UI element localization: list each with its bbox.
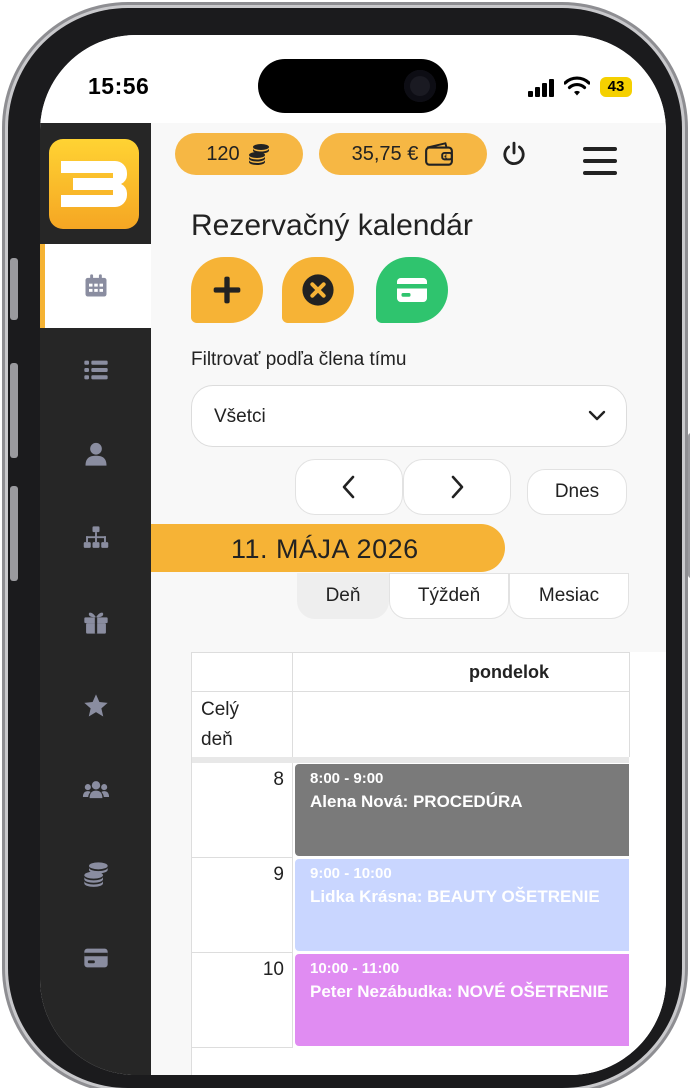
cancel-reservation-button[interactable]: [282, 257, 354, 323]
add-reservation-button[interactable]: [191, 257, 263, 323]
battery-indicator: 43: [600, 77, 632, 97]
calendar-event[interactable]: 10:00 - 11:00 Peter Nezábudka: NOVÉ OŠET…: [295, 954, 629, 1046]
sidebar-item-payments[interactable]: [40, 916, 151, 1000]
logo-mark: [61, 161, 127, 207]
screen: 15:56 43 120 35,75 € € Rezervačný kalend…: [40, 35, 666, 1075]
star-icon: [83, 694, 108, 717]
previous-date-button[interactable]: [295, 459, 403, 515]
calendar-icon: [85, 274, 106, 297]
event-title: Lidka Krásna: BEAUTY OŠETRENIE: [310, 887, 600, 906]
tab-week[interactable]: Týždeň: [389, 573, 509, 619]
sidebar-item-team[interactable]: [40, 748, 151, 832]
today-button[interactable]: Dnes: [527, 469, 627, 515]
coins-icon: [83, 862, 108, 887]
calendar-event[interactable]: 8:00 - 9:00 Alena Nová: PROCEDÚRA: [295, 764, 629, 856]
users-icon: [82, 781, 109, 799]
credit-card-icon: [83, 948, 108, 968]
credits-pill[interactable]: 120: [175, 133, 303, 175]
event-title: Peter Nezábudka: NOVÉ OŠETRENIE: [310, 982, 609, 1001]
status-bar: 15:56 43: [40, 35, 666, 123]
sitemap-icon: [83, 526, 108, 548]
payment-button[interactable]: [376, 257, 448, 323]
phone-frame: 15:56 43 120 35,75 € € Rezervačný kalend…: [8, 8, 690, 1088]
wallet-icon: €: [425, 142, 454, 166]
power-icon[interactable]: [501, 141, 527, 167]
credit-card-icon: [397, 278, 427, 302]
user-icon: [85, 442, 106, 466]
calendar-grid: pondelok Celý deň 8 9 10 8:00 - 9:00 Ale…: [191, 652, 666, 1075]
wifi-icon: [564, 76, 590, 96]
hamburger-menu-button[interactable]: [583, 147, 617, 175]
volume-up-button: [10, 363, 18, 458]
tab-month[interactable]: Mesiac: [509, 573, 629, 619]
current-date: 11. MÁJA 2026: [231, 534, 419, 564]
credits-value: 120: [206, 142, 240, 165]
all-day-label: Celý deň: [192, 691, 293, 757]
hour-label: 8: [192, 763, 293, 858]
next-date-button[interactable]: [403, 459, 511, 515]
chevron-left-icon: [342, 475, 355, 499]
tab-day[interactable]: Deň: [297, 573, 389, 619]
main-content: 120 35,75 € € Rezervačný kalendár Filtro…: [151, 123, 666, 1075]
gift-icon: [83, 612, 108, 634]
cellular-signal-icon: [528, 79, 556, 97]
close-circle-icon: [302, 274, 334, 306]
sidebar-item-gifts[interactable]: [40, 580, 151, 664]
all-day-slot[interactable]: [293, 691, 630, 757]
team-member-select[interactable]: Všetci: [191, 385, 627, 447]
hour-label: 9: [192, 858, 293, 953]
team-member-select-value: Všetci: [214, 406, 266, 427]
hour-label: 10: [192, 953, 293, 1048]
coins-icon: [248, 144, 269, 165]
sidebar: [40, 123, 151, 1075]
wallet-value: 35,75 €: [351, 142, 419, 165]
event-time: 9:00 - 10:00: [310, 865, 392, 882]
sidebar-item-structure[interactable]: [40, 496, 151, 580]
day-name: pondelok: [469, 662, 549, 682]
event-title: Alena Nová: PROCEDÚRA: [310, 792, 523, 811]
chevron-down-icon: [588, 410, 606, 421]
svg-text:€: €: [445, 154, 448, 160]
calendar-header-gutter: [192, 652, 293, 692]
mute-switch: [10, 258, 18, 320]
chevron-right-icon: [451, 475, 464, 499]
app-logo[interactable]: [49, 139, 139, 229]
event-time: 8:00 - 9:00: [310, 770, 384, 787]
event-time: 10:00 - 11:00: [310, 960, 400, 977]
sidebar-item-calendar[interactable]: [40, 244, 151, 328]
list-icon: [83, 360, 108, 380]
status-time: 15:56: [88, 73, 150, 99]
volume-down-button: [10, 486, 18, 581]
calendar-day-header: pondelok: [293, 652, 630, 692]
camera-icon: [404, 70, 436, 102]
dynamic-island: [258, 59, 448, 113]
sidebar-item-list[interactable]: [40, 328, 151, 412]
sidebar-item-user[interactable]: [40, 412, 151, 496]
plus-icon: [213, 276, 241, 304]
sidebar-item-favorites[interactable]: [40, 664, 151, 748]
filter-label: Filtrovať podľa člena tímu: [191, 349, 407, 370]
page-title: Rezervačný kalendár: [191, 209, 473, 242]
sidebar-item-credits[interactable]: [40, 832, 151, 916]
wallet-pill[interactable]: 35,75 € €: [319, 133, 487, 175]
calendar-event[interactable]: 9:00 - 10:00 Lidka Krásna: BEAUTY OŠETRE…: [295, 859, 629, 951]
date-banner: 11. MÁJA 2026: [151, 524, 505, 572]
